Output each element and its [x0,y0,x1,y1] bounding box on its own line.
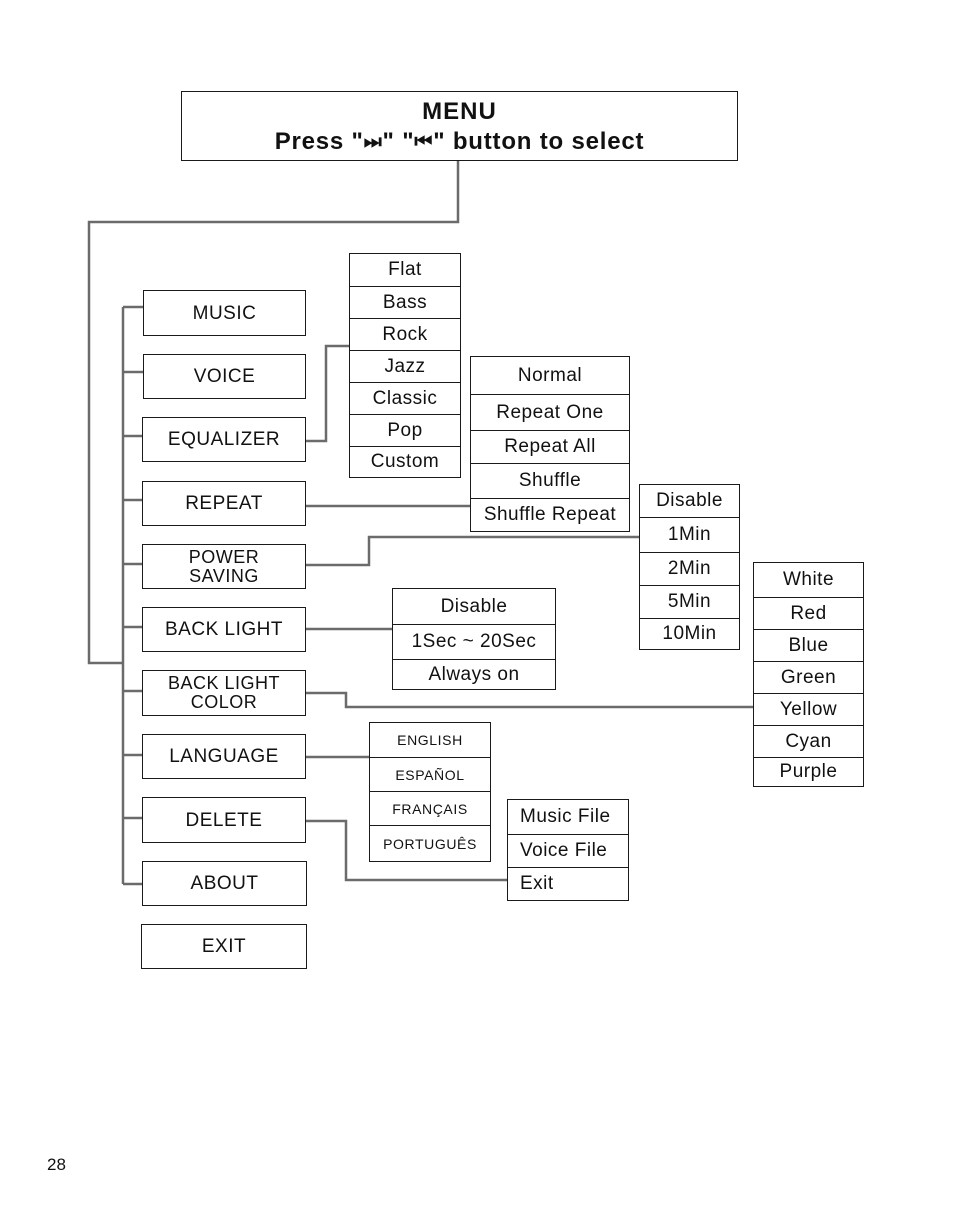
menu-item-repeat[interactable]: REPEAT [142,481,306,526]
power-saving-option-disable[interactable]: Disable [640,485,739,517]
color-option-yellow[interactable]: Yellow [754,693,863,725]
instruction-prefix: Press " [274,128,364,155]
back-light-color-submenu: White Red Blue Green Yellow Cyan Purple [753,562,864,787]
power-saving-option-5min[interactable]: 5Min [640,585,739,618]
language-option-portugues[interactable]: PORTUGUÊS [370,825,490,861]
instruction-mid: " " [382,128,415,155]
menu-item-delete[interactable]: DELETE [142,797,306,843]
menu-item-music[interactable]: MUSIC [143,290,306,336]
menu-item-label: EQUALIZER [167,429,281,450]
connector-power-saving-sub [305,535,640,567]
language-option-english[interactable]: ENGLISH [370,723,490,757]
language-submenu: ENGLISH ESPAÑOL FRANÇAIS PORTUGUÊS [369,722,491,862]
menu-item-label: ABOUT [190,873,259,894]
menu-item-equalizer[interactable]: EQUALIZER [142,417,306,462]
menu-instruction: Press "⏭" "⏮" button to select [182,128,737,156]
power-saving-option-2min[interactable]: 2Min [640,552,739,585]
menu-item-label: MUSIC [192,302,257,324]
repeat-option-normal[interactable]: Normal [471,357,629,394]
menu-item-about[interactable]: ABOUT [142,861,307,906]
equalizer-option-custom[interactable]: Custom [350,446,460,476]
equalizer-submenu: Flat Bass Rock Jazz Classic Pop Custom [349,253,461,478]
menu-item-label-line2: SAVING [189,565,259,586]
equalizer-option-jazz[interactable]: Jazz [350,350,460,382]
menu-item-label-line1: POWER [188,546,260,567]
menu-item-label: LANGUAGE [169,746,279,767]
equalizer-option-pop[interactable]: Pop [350,414,460,446]
equalizer-option-rock[interactable]: Rock [350,318,460,350]
color-option-blue[interactable]: Blue [754,629,863,661]
connector-equalizer-sub [305,344,349,443]
menu-item-label: EXIT [201,936,247,957]
menu-item-label: DELETE [185,809,263,831]
menu-item-label-line1: BACK LIGHT [167,673,281,693]
back-light-option-1sec-20sec[interactable]: 1Sec ~ 20Sec [393,624,555,659]
equalizer-option-bass[interactable]: Bass [350,286,460,318]
menu-item-label: BACK LIGHT [165,619,283,640]
menu-item-voice[interactable]: VOICE [143,354,306,399]
menu-item-label-line2: COLOR [190,692,258,712]
delete-option-exit[interactable]: Exit [508,867,628,899]
color-option-cyan[interactable]: Cyan [754,725,863,757]
color-option-red[interactable]: Red [754,597,863,629]
power-saving-option-1min[interactable]: 1Min [640,517,739,552]
repeat-submenu: Normal Repeat One Repeat All Shuffle Shu… [470,356,630,532]
repeat-option-repeat-all[interactable]: Repeat All [471,430,629,463]
delete-submenu: Music File Voice File Exit [507,799,629,901]
previous-track-icon: ⏮ [414,131,434,153]
back-light-option-disable[interactable]: Disable [393,589,555,624]
equalizer-option-flat[interactable]: Flat [350,254,460,286]
power-saving-submenu: Disable 1Min 2Min 5Min 10Min [639,484,740,650]
menu-title: MENU [422,98,497,125]
back-light-option-always-on[interactable]: Always on [393,659,555,689]
back-light-submenu: Disable 1Sec ~ 20Sec Always on [392,588,556,690]
delete-option-music-file[interactable]: Music File [508,800,628,834]
menu-title-box: MENU Press "⏭" "⏮" button to select [181,91,738,161]
repeat-option-repeat-one[interactable]: Repeat One [471,394,629,430]
color-option-white[interactable]: White [754,563,863,597]
color-option-green[interactable]: Green [754,661,863,693]
next-track-icon: ⏭ [363,131,383,153]
language-option-francais[interactable]: FRANÇAIS [370,791,490,825]
menu-item-label: REPEAT [185,493,263,514]
page-number: 28 [47,1155,66,1174]
color-option-purple[interactable]: Purple [754,757,863,786]
power-saving-option-10min[interactable]: 10Min [640,618,739,649]
menu-item-label: VOICE [193,366,256,387]
language-option-espanol[interactable]: ESPAÑOL [370,757,490,791]
menu-item-power-saving[interactable]: POWER SAVING [142,544,306,589]
connector-back-light-color-sub [305,691,754,709]
menu-item-back-light[interactable]: BACK LIGHT [142,607,306,652]
menu-item-back-light-color[interactable]: BACK LIGHT COLOR [142,670,306,716]
menu-item-exit[interactable]: EXIT [141,924,307,969]
delete-option-voice-file[interactable]: Voice File [508,834,628,867]
repeat-option-shuffle[interactable]: Shuffle [471,463,629,498]
equalizer-option-classic[interactable]: Classic [350,382,460,414]
menu-item-language[interactable]: LANGUAGE [142,734,306,779]
repeat-option-shuffle-repeat[interactable]: Shuffle Repeat [471,498,629,530]
instruction-suffix: " button to select [433,128,645,155]
